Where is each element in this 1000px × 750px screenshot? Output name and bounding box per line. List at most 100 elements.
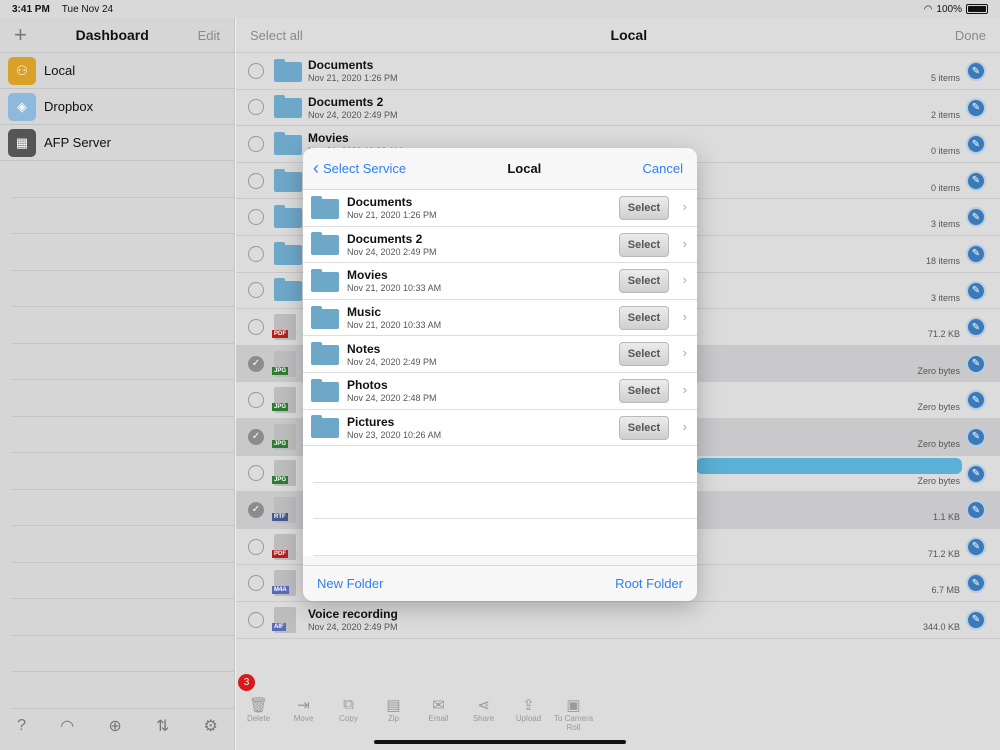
edit-button[interactable]: Edit <box>198 28 220 43</box>
select-button[interactable]: Select <box>619 269 669 294</box>
sidebar-footer: ? ◠ ⊕ ⇅ ⚙ <box>0 716 235 736</box>
edit-pencil-icon[interactable]: ✎ <box>966 353 986 374</box>
battery-icon <box>966 4 988 14</box>
cancel-button[interactable]: Cancel <box>643 161 683 176</box>
dialog-folder-row[interactable]: Photos Nov 24, 2020 2:48 PM Select › <box>303 373 697 410</box>
select-button[interactable]: Select <box>619 378 669 403</box>
radio-icon[interactable] <box>248 538 264 555</box>
email-button[interactable]: ✉ Email <box>416 696 461 732</box>
edit-pencil-icon[interactable]: ✎ <box>966 536 986 557</box>
edit-pencil-icon[interactable]: ✎ <box>966 317 986 338</box>
radio-icon[interactable] <box>248 135 264 152</box>
dialog-folder-row[interactable]: Notes Nov 24, 2020 2:49 PM Select › <box>303 336 697 373</box>
zip-icon: ▤ <box>386 697 401 714</box>
checkmark-icon[interactable]: ✓ <box>248 501 264 518</box>
help-icon[interactable]: ? <box>17 717 26 735</box>
dialog-folder-row[interactable]: Music Nov 21, 2020 10:33 AM Select › <box>303 300 697 337</box>
empty-row <box>12 672 234 709</box>
chevron-right-icon[interactable]: › <box>683 272 687 287</box>
chevron-right-icon[interactable]: › <box>683 309 687 324</box>
edit-pencil-icon[interactable]: ✎ <box>966 426 986 447</box>
radio-icon[interactable] <box>248 209 264 226</box>
select-button[interactable]: Select <box>619 305 669 330</box>
sidebar-item-label: Local <box>44 63 76 78</box>
file-date: Nov 24, 2020 2:49 PM <box>308 622 398 633</box>
share-button[interactable]: ⋖ Share <box>461 696 506 732</box>
toolbar-label: Zip <box>387 714 400 723</box>
wifi-icon[interactable]: ◠ <box>60 716 74 736</box>
checkmark-icon[interactable]: ✓ <box>248 428 264 445</box>
chevron-right-icon[interactable]: › <box>683 419 687 434</box>
edit-pencil-icon[interactable]: ✎ <box>966 463 986 484</box>
file-row[interactable]: Documents Nov 21, 2020 1:26 PM 5 items ✎ <box>236 53 1000 90</box>
file-icon: JPG <box>272 387 300 414</box>
edit-pencil-icon[interactable]: ✎ <box>966 243 986 264</box>
chevron-right-icon[interactable]: › <box>683 199 687 214</box>
chevron-right-icon[interactable]: › <box>683 382 687 397</box>
select-button[interactable]: Select <box>619 342 669 367</box>
select-service-back-button[interactable]: ‹ Select Service <box>313 158 406 179</box>
edit-pencil-icon[interactable]: ✎ <box>966 573 986 594</box>
sidebar-item-afp-server[interactable]: ▦ AFP Server <box>0 125 234 161</box>
move-button[interactable]: ⇥ Move <box>281 696 326 732</box>
transfer-icon[interactable]: ⇅ <box>156 716 169 736</box>
local-people-icon: ⚇ <box>8 56 36 85</box>
select-button[interactable]: Select <box>619 196 669 220</box>
zip-button[interactable]: ▤ Zip <box>371 696 416 732</box>
file-row[interactable]: AIF Voice recording Nov 24, 2020 2:49 PM 34… <box>236 602 1000 639</box>
sidebar-item-local[interactable]: ⚇ Local <box>0 53 234 89</box>
status-date: Tue Nov 24 <box>61 3 114 15</box>
trash-icon: 🗑 <box>248 697 269 714</box>
globe-icon[interactable]: ⊕ <box>108 716 121 736</box>
done-button[interactable]: Done <box>955 28 986 43</box>
edit-pencil-icon[interactable]: ✎ <box>966 61 986 81</box>
checkmark-icon[interactable]: ✓ <box>248 355 264 372</box>
radio-icon[interactable] <box>248 465 264 482</box>
chevron-right-icon[interactable]: › <box>683 236 687 251</box>
sidebar-item-dropbox[interactable]: ◈ Dropbox <box>0 89 234 125</box>
copy-button[interactable]: ⧉ Copy <box>326 696 371 732</box>
edit-pencil-icon[interactable]: ✎ <box>966 609 986 630</box>
dialog-folder-row[interactable]: Documents 2 Nov 24, 2020 2:49 PM Select › <box>303 227 697 264</box>
edit-pencil-icon[interactable]: ✎ <box>966 97 986 118</box>
toolbar-label: Move <box>293 714 314 723</box>
radio-icon[interactable] <box>248 282 264 299</box>
chevron-right-icon[interactable]: › <box>683 345 687 360</box>
edit-pencil-icon[interactable]: ✎ <box>966 390 986 411</box>
root-folder-button[interactable]: Root Folder <box>615 576 683 591</box>
wifi-status-icon: ◠ <box>923 3 933 15</box>
email-icon: ✉ <box>432 697 445 714</box>
select-all-button[interactable]: Select all <box>250 28 303 43</box>
delete-button[interactable]: 🗑 Delete <box>236 696 281 732</box>
radio-icon[interactable] <box>248 62 264 79</box>
edit-pencil-icon[interactable]: ✎ <box>966 170 986 191</box>
status-bar: 3:41 PM Tue Nov 24 ◠ 100% <box>0 0 1000 18</box>
select-button[interactable]: Select <box>619 415 669 440</box>
edit-pencil-icon[interactable]: ✎ <box>966 207 986 228</box>
home-indicator[interactable] <box>374 740 626 744</box>
radio-icon[interactable] <box>248 611 264 628</box>
to-camera-roll-button[interactable]: ▣ To Camera Roll <box>551 696 596 732</box>
empty-row <box>12 234 234 271</box>
gear-icon[interactable]: ⚙ <box>204 716 218 736</box>
radio-icon[interactable] <box>248 392 264 409</box>
file-row[interactable]: Documents 2 Nov 24, 2020 2:49 PM 2 items ✎ <box>236 90 1000 127</box>
plus-icon[interactable]: + <box>14 22 27 48</box>
radio-icon[interactable] <box>248 172 264 189</box>
dialog-folder-list: Documents Nov 21, 2020 1:26 PM Select › Docu… <box>303 190 697 556</box>
progress-bar <box>696 457 962 474</box>
edit-pencil-icon[interactable]: ✎ <box>966 500 986 521</box>
radio-icon[interactable] <box>248 575 264 592</box>
radio-icon[interactable] <box>248 99 264 116</box>
file-type-label: PDF <box>272 329 288 338</box>
new-folder-button[interactable]: New Folder <box>317 576 383 591</box>
radio-icon[interactable] <box>248 245 264 262</box>
edit-pencil-icon[interactable]: ✎ <box>966 280 986 301</box>
dialog-folder-row[interactable]: Movies Nov 21, 2020 10:33 AM Select › <box>303 263 697 300</box>
select-button[interactable]: Select <box>619 232 669 257</box>
radio-icon[interactable] <box>248 318 264 335</box>
dialog-folder-row[interactable]: Documents Nov 21, 2020 1:26 PM Select › <box>303 190 697 227</box>
upload-button[interactable]: ⇪ Upload <box>506 696 551 732</box>
dialog-folder-row[interactable]: Pictures Nov 23, 2020 10:26 AM Select › <box>303 410 697 447</box>
dialog-title: Local <box>507 161 542 176</box>
